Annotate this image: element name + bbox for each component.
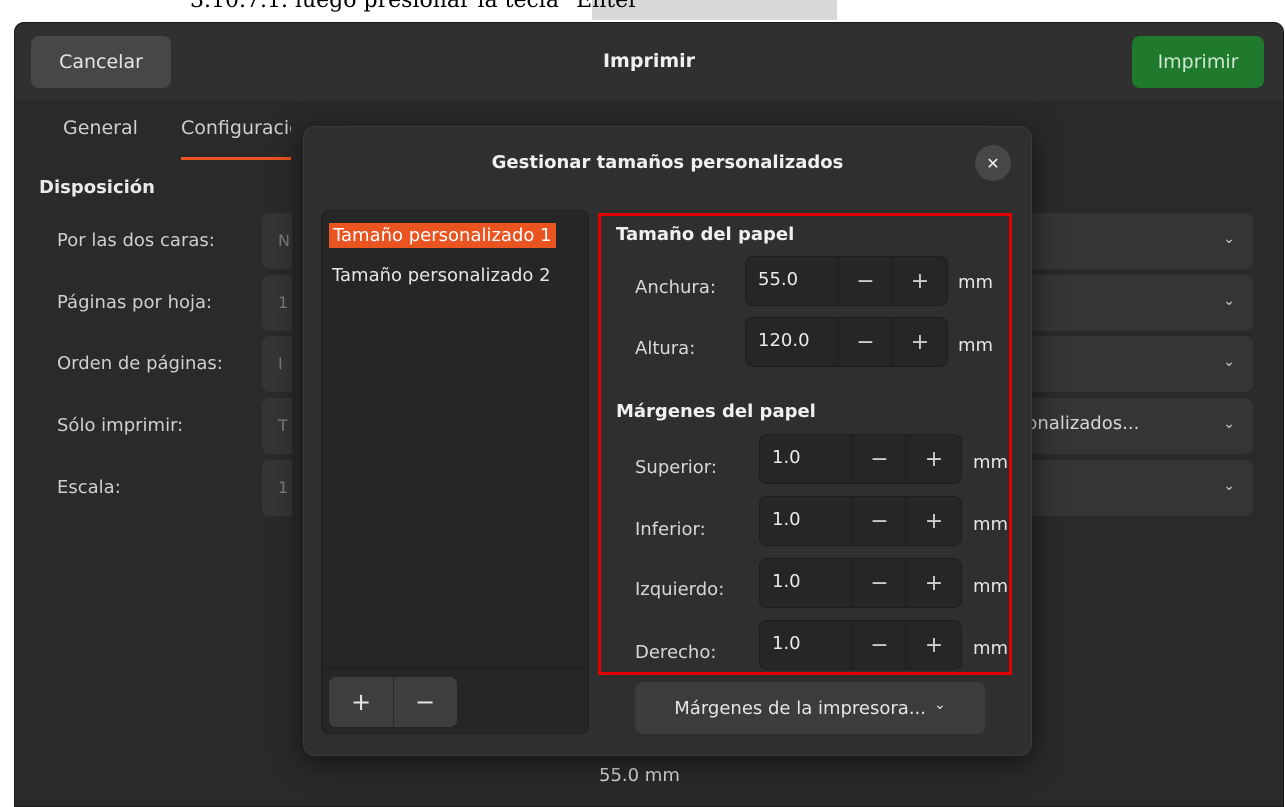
top-margin-decrease-button[interactable]: − (852, 435, 906, 483)
height-label: Altura: (635, 338, 696, 359)
width-value[interactable]: 55.0 (758, 269, 798, 290)
printer-margins-label: Márgenes de la impresora... (674, 697, 926, 719)
list-item[interactable]: Tamaño personalizado 1 (329, 223, 556, 248)
scale-field[interactable]: 1 (262, 460, 292, 516)
left-margin-label: Izquierdo: (635, 579, 725, 600)
combo-value: sonalizados... (1017, 413, 1140, 434)
tab-configuracion[interactable]: Configuración (181, 117, 291, 160)
top-margin-spinbutton[interactable]: 1.0 − + (759, 434, 962, 484)
bottom-margin-unit: mm (973, 514, 1009, 535)
width-unit: mm (958, 272, 994, 293)
paper-margins-title: Márgenes del papel (616, 401, 816, 422)
width-increase-button[interactable]: + (891, 257, 948, 305)
chevron-down-icon: ⌄ (1223, 478, 1235, 494)
close-icon[interactable]: ✕ (975, 145, 1011, 181)
top-margin-value[interactable]: 1.0 (772, 447, 801, 468)
add-size-button[interactable]: + (329, 677, 394, 727)
dialog-title: Gestionar tamaños personalizados (491, 152, 844, 173)
chevron-down-icon: ⌄ (1223, 416, 1235, 432)
height-increase-button[interactable]: + (891, 318, 948, 366)
width-decrease-button[interactable]: − (838, 257, 892, 305)
header-bar: Cancelar Imprimir Imprimir (15, 23, 1283, 101)
list-toolbar: + − (322, 668, 588, 733)
list-button-group: + − (329, 677, 457, 727)
custom-size-list: Tamaño personalizado 1 Tamaño personaliz… (321, 210, 589, 734)
right-margin-decrease-button[interactable]: − (852, 621, 906, 669)
height-unit: mm (958, 335, 994, 356)
chevron-down-icon: ⌄ (1223, 293, 1235, 309)
height-decrease-button[interactable]: − (838, 318, 892, 366)
document-caption: 3.10.7.1. luego presionar la tecla "Ente… (190, 0, 649, 13)
top-margin-increase-button[interactable]: + (905, 435, 962, 483)
preview-size-label: 55.0 mm (599, 765, 680, 786)
right-margin-spinbutton[interactable]: 1.0 − + (759, 620, 962, 670)
right-margin-value[interactable]: 1.0 (772, 633, 801, 654)
top-margin-label: Superior: (635, 457, 717, 478)
page-order-label: Orden de páginas: (57, 353, 223, 374)
two-sided-label: Por las dos caras: (57, 230, 215, 251)
height-spinbutton[interactable]: 120.0 − + (745, 317, 948, 367)
custom-sizes-dialog: Gestionar tamaños personalizados ✕ Tamañ… (303, 126, 1032, 756)
remove-size-button[interactable]: − (393, 677, 457, 727)
chevron-down-icon: ⌄ (1223, 231, 1235, 247)
width-spinbutton[interactable]: 55.0 − + (745, 256, 948, 306)
scale-label: Escala: (57, 477, 121, 498)
layout-section-title: Disposición (39, 177, 155, 198)
scale-combo-end[interactable]: ⌄ (1013, 460, 1253, 516)
right-margin-increase-button[interactable]: + (905, 621, 962, 669)
right-margin-label: Derecho: (635, 642, 717, 663)
two-sided-combo-end[interactable]: ⌄ (1013, 213, 1253, 269)
only-print-combo-end[interactable]: sonalizados... ⌄ (1013, 398, 1253, 454)
chevron-down-icon: ⌄ (934, 697, 946, 713)
height-value[interactable]: 120.0 (758, 330, 810, 351)
only-print-combo[interactable]: T (262, 398, 292, 454)
printer-margins-button[interactable]: Márgenes de la impresora... ⌄ (635, 682, 985, 734)
bottom-margin-decrease-button[interactable]: − (852, 497, 906, 545)
left-margin-decrease-button[interactable]: − (852, 559, 906, 607)
print-window: Cancelar Imprimir Imprimir General Confi… (14, 22, 1284, 807)
bottom-margin-value[interactable]: 1.0 (772, 509, 801, 530)
two-sided-combo[interactable]: N (262, 213, 292, 269)
bottom-margin-increase-button[interactable]: + (905, 497, 962, 545)
window-title: Imprimir (602, 50, 696, 72)
pages-per-sheet-label: Páginas por hoja: (57, 292, 213, 313)
left-margin-spinbutton[interactable]: 1.0 − + (759, 558, 962, 608)
page-order-combo-end[interactable]: ⌄ (1013, 336, 1253, 392)
left-margin-unit: mm (973, 576, 1009, 597)
list-item[interactable]: Tamaño personalizado 2 (332, 265, 551, 286)
print-button[interactable]: Imprimir (1132, 36, 1264, 88)
width-label: Anchura: (635, 277, 716, 298)
bottom-margin-spinbutton[interactable]: 1.0 − + (759, 496, 962, 546)
left-margin-value[interactable]: 1.0 (772, 571, 801, 592)
pages-per-sheet-combo-end[interactable]: ⌄ (1013, 275, 1253, 331)
page-order-combo[interactable]: I (262, 336, 292, 392)
top-margin-unit: mm (973, 452, 1009, 473)
bottom-margin-label: Inferior: (635, 519, 706, 540)
only-print-label: Sólo imprimir: (57, 415, 184, 436)
chevron-down-icon: ⌄ (1223, 354, 1235, 370)
pages-per-sheet-combo[interactable]: 1 (262, 275, 292, 331)
tab-general[interactable]: General (63, 117, 138, 139)
right-margin-unit: mm (973, 638, 1009, 659)
paper-size-title: Tamaño del papel (616, 224, 795, 245)
left-margin-increase-button[interactable]: + (905, 559, 962, 607)
